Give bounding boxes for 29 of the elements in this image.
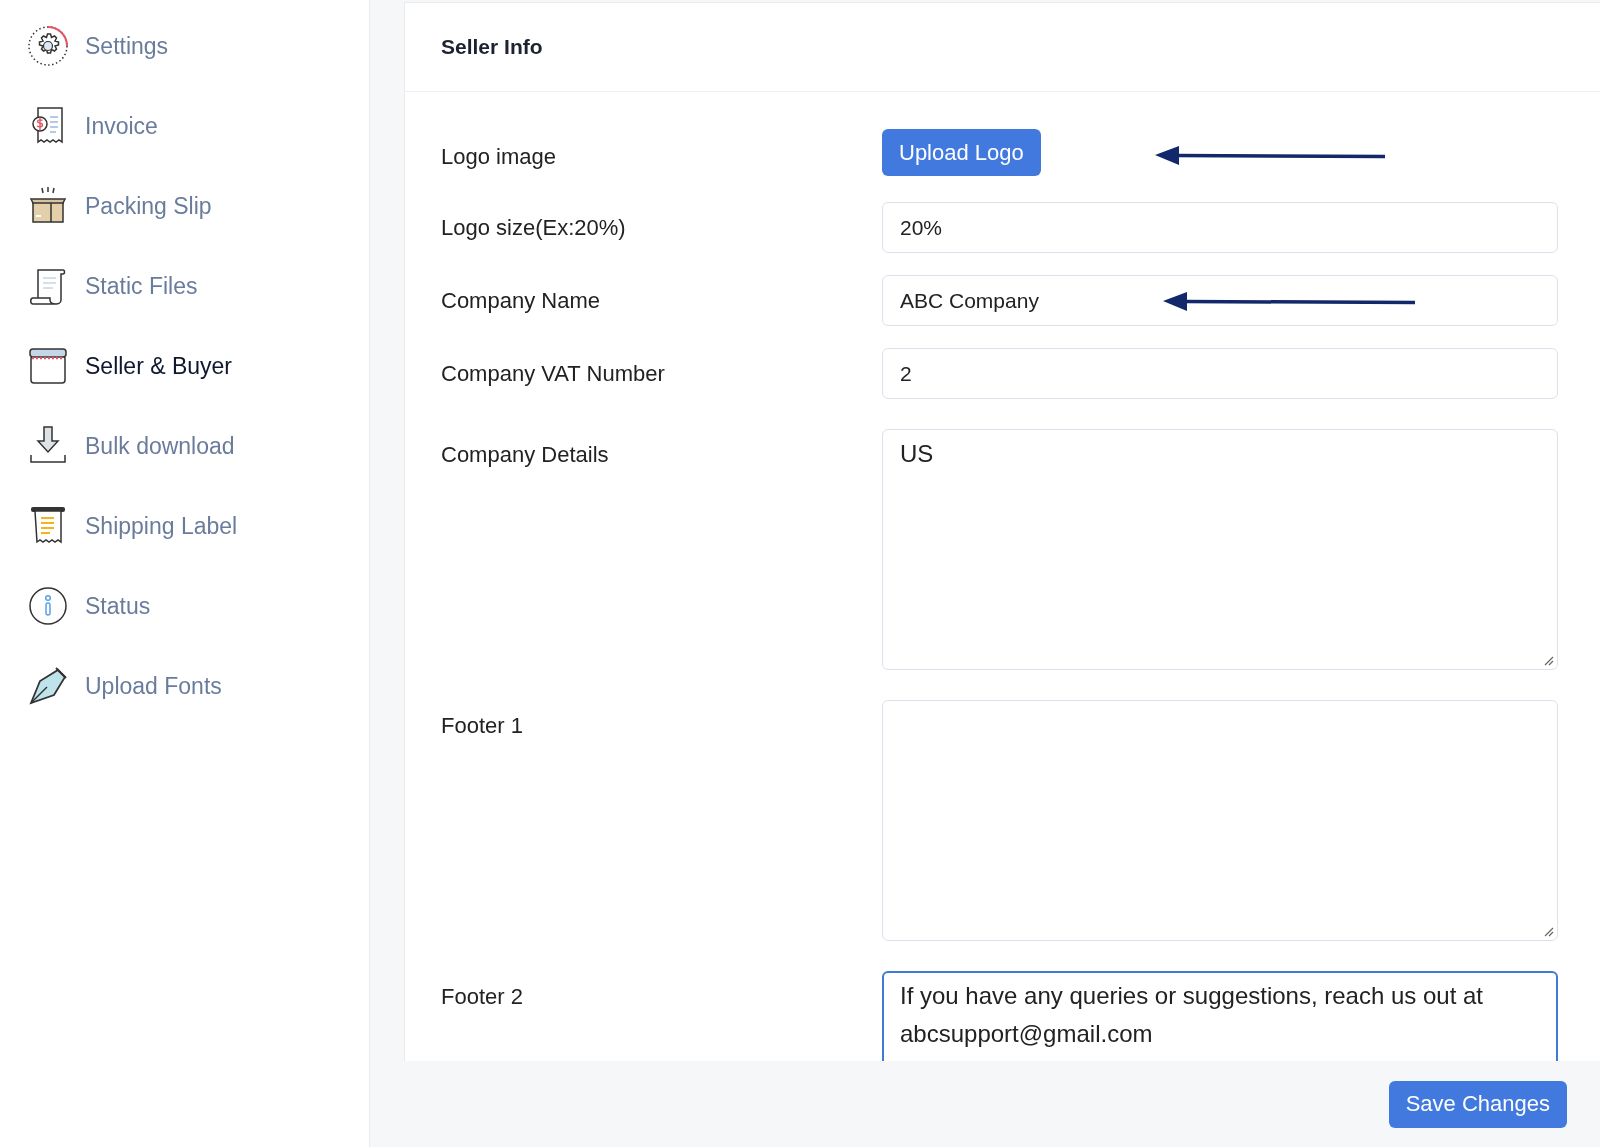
sidebar-item[interactable]: Invoice: [27, 86, 158, 166]
field-label: Logo image: [441, 143, 557, 171]
pen-nib-icon: [27, 665, 69, 707]
field-label: Company Name: [441, 287, 601, 315]
sidebar-item[interactable]: Shipping Label: [27, 486, 238, 566]
field-label: Footer 2: [441, 983, 524, 1011]
gear-icon: [27, 25, 69, 67]
resize-handle-icon[interactable]: [1542, 925, 1554, 937]
sidebar-item[interactable]: Static Files: [27, 246, 198, 326]
text-area[interactable]: US: [882, 429, 1558, 670]
upload-button[interactable]: Upload Logo: [882, 129, 1041, 176]
info-icon: [27, 585, 69, 627]
field-label: Company Details: [441, 441, 610, 469]
store-icon: [27, 345, 69, 387]
save-button[interactable]: Save Changes: [1388, 1080, 1567, 1128]
sidebar-item[interactable]: Seller & Buyer: [27, 326, 232, 406]
field-label: Logo size(Ex:20%): [441, 214, 627, 242]
text-field[interactable]: 20%: [882, 202, 1558, 253]
panel-title: Seller Info: [441, 35, 543, 59]
sidebar-item[interactable]: Settings: [27, 6, 169, 86]
text-field[interactable]: ABC Company: [882, 275, 1558, 326]
sidebar-item[interactable]: Bulk download: [27, 406, 235, 486]
field-label: Company VAT Number: [441, 360, 666, 388]
sidebar-item[interactable]: Upload Fonts: [27, 646, 222, 726]
sidebar-item[interactable]: Status: [27, 566, 151, 646]
field-label: Footer 1: [441, 712, 524, 740]
sidebar-item[interactable]: Packing Slip: [27, 166, 212, 246]
resize-handle-icon[interactable]: [1542, 654, 1554, 666]
text-field[interactable]: 2: [882, 348, 1558, 399]
